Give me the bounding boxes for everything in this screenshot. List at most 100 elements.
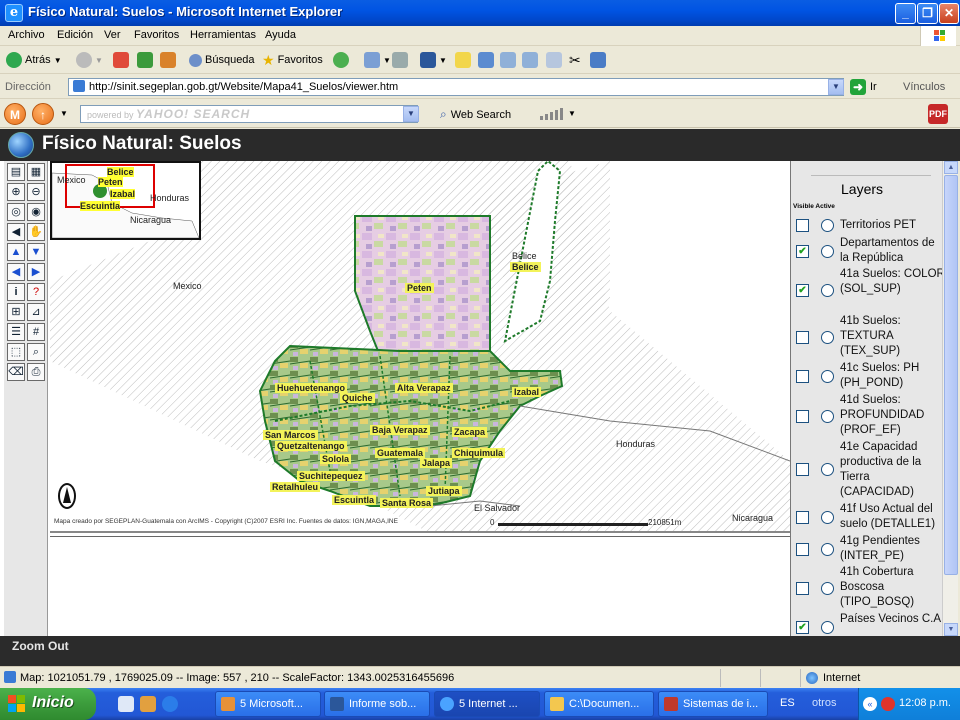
layer-active-radio[interactable] <box>821 511 834 524</box>
query-icon[interactable]: ? <box>27 283 45 301</box>
full-extent-icon[interactable]: ◎ <box>7 203 25 221</box>
show-desktop-icon[interactable] <box>118 696 134 712</box>
cut-button[interactable]: ✂ <box>569 51 581 69</box>
pdf-icon[interactable]: PDF <box>928 104 948 124</box>
history-button[interactable] <box>333 51 349 69</box>
select-magnify-icon[interactable]: ⌕ <box>27 343 45 361</box>
pan-north-icon[interactable]: ▲ <box>7 243 25 261</box>
yahoo-search-input[interactable]: powered by YAHOO! SEARCH <box>80 105 418 123</box>
yahoo-m-icon[interactable]: M <box>4 103 26 125</box>
links-button[interactable]: Vínculos <box>903 81 945 93</box>
web-search-button[interactable]: ⌕ Web Search <box>440 107 511 122</box>
map-view[interactable]: Mexico Belice Peten Izabal Honduras Escu… <box>50 161 790 533</box>
tray-expand-icon[interactable]: « <box>863 697 877 711</box>
layer-visible-checkbox[interactable] <box>796 370 809 383</box>
layer-visible-checkbox[interactable] <box>796 511 809 524</box>
ie-quicklaunch-icon[interactable] <box>162 696 178 712</box>
menu-ver[interactable]: Ver <box>104 29 121 41</box>
task-informe[interactable]: Informe sob... <box>324 691 430 717</box>
paste-button[interactable] <box>522 51 538 69</box>
layer-visible-checkbox[interactable] <box>796 543 809 556</box>
select-icon[interactable]: ☰ <box>7 323 25 341</box>
layer-active-radio[interactable] <box>821 410 834 423</box>
scroll-up-icon[interactable]: ▲ <box>944 161 958 174</box>
favorites-button[interactable]: ★ Favoritos <box>262 51 323 69</box>
forward-button[interactable]: ▼ <box>76 51 103 69</box>
task-documents[interactable]: C:\Documen... <box>544 691 654 717</box>
layer-visible-checkbox[interactable] <box>796 463 809 476</box>
zoom-out-icon[interactable]: ⊖ <box>27 183 45 201</box>
close-button[interactable]: ✕ <box>939 3 959 24</box>
layer-visible-checkbox[interactable] <box>796 410 809 423</box>
zoom-in-icon[interactable]: ⊕ <box>7 183 25 201</box>
layer-active-radio[interactable] <box>821 331 834 344</box>
signal-meter-icon[interactable] <box>540 108 563 120</box>
back-button[interactable]: Atrás ▼ <box>6 51 62 69</box>
yahoo-search-dropdown[interactable]: ▼ <box>403 106 419 122</box>
chevron-down-icon[interactable]: ▼ <box>568 109 576 118</box>
url-dropdown-button[interactable]: ▼ <box>828 79 844 95</box>
refresh-button[interactable] <box>137 51 153 69</box>
messenger-button[interactable] <box>500 51 516 69</box>
print-button[interactable] <box>392 51 408 69</box>
menu-archivo[interactable]: Archivo <box>8 29 45 41</box>
discuss-button[interactable] <box>455 51 471 69</box>
print-map-icon[interactable]: ⎙ <box>27 363 45 381</box>
identify-icon[interactable]: i <box>7 283 25 301</box>
pan-hand-icon[interactable]: ✋ <box>27 223 45 241</box>
start-button[interactable]: Inicio <box>0 688 96 720</box>
layer-visible-checkbox[interactable]: ✔ <box>796 245 809 258</box>
layers-scrollbar[interactable]: ▲ ▼ <box>942 161 958 636</box>
back-extent-icon[interactable]: ◀ <box>7 223 25 241</box>
task-microsoft[interactable]: 5 Microsoft... <box>215 691 321 717</box>
task-sistemas[interactable]: Sistemas de i... <box>658 691 768 717</box>
layer-visible-checkbox[interactable]: ✔ <box>796 621 809 634</box>
layer-active-radio[interactable] <box>821 463 834 476</box>
layer-active-radio[interactable] <box>821 370 834 383</box>
menu-edicion[interactable]: Edición <box>57 29 93 41</box>
chevron-down-icon[interactable]: ▼ <box>60 109 68 118</box>
overview-map[interactable]: Mexico Belice Peten Izabal Honduras Escu… <box>50 161 201 240</box>
minimize-button[interactable]: _ <box>895 3 916 24</box>
layer-active-radio[interactable] <box>821 621 834 634</box>
zoom-active-icon[interactable]: ◉ <box>27 203 45 221</box>
layer-active-radio[interactable] <box>821 245 834 258</box>
scroll-thumb[interactable] <box>944 175 958 575</box>
buffer-icon[interactable]: # <box>27 323 45 341</box>
menu-favoritos[interactable]: Favoritos <box>134 29 179 41</box>
layer-visible-checkbox[interactable] <box>796 582 809 595</box>
window-button[interactable] <box>590 51 606 69</box>
select-rectangle-icon[interactable]: ⬚ <box>7 343 25 361</box>
pan-south-icon[interactable]: ▼ <box>27 243 45 261</box>
toggle-legend-icon[interactable]: ▦ <box>27 163 45 181</box>
copy-button[interactable] <box>546 51 562 69</box>
maximize-button[interactable]: ❐ <box>917 3 938 24</box>
layer-visible-checkbox[interactable] <box>796 331 809 344</box>
layer-active-radio[interactable] <box>821 284 834 297</box>
find-binoculars-icon[interactable]: ⊞ <box>7 303 25 321</box>
scroll-down-icon[interactable]: ▼ <box>944 623 958 636</box>
search-button[interactable]: Búsqueda <box>189 51 255 69</box>
pan-east-icon[interactable]: ▶ <box>27 263 45 281</box>
home-button[interactable] <box>160 51 176 69</box>
layer-active-radio[interactable] <box>821 543 834 556</box>
stop-button[interactable] <box>113 51 129 69</box>
mail-button[interactable]: ▼ <box>364 51 391 69</box>
layer-visible-checkbox[interactable] <box>796 219 809 232</box>
go-button[interactable]: ➜ Ir <box>850 79 877 95</box>
language-indicator[interactable]: ES <box>780 697 795 709</box>
clear-eraser-icon[interactable]: ⌫ <box>7 363 25 381</box>
toggle-overview-icon[interactable]: ▤ <box>7 163 25 181</box>
research-button[interactable] <box>478 51 494 69</box>
url-field[interactable]: http://sinit.segeplan.gob.gt/Website/Map… <box>68 78 844 96</box>
measure-icon[interactable]: ⊿ <box>27 303 45 321</box>
quicklaunch-app-icon[interactable] <box>140 696 156 712</box>
task-internet[interactable]: 5 Internet ... <box>434 691 540 717</box>
security-alert-icon[interactable] <box>881 697 895 711</box>
pan-west-icon[interactable]: ◀ <box>7 263 25 281</box>
menu-ayuda[interactable]: Ayuda <box>265 29 296 41</box>
layer-active-radio[interactable] <box>821 219 834 232</box>
layer-visible-checkbox[interactable]: ✔ <box>796 284 809 297</box>
edit-button[interactable]: ▼ <box>420 51 447 69</box>
menu-herramientas[interactable]: Herramientas <box>190 29 256 41</box>
